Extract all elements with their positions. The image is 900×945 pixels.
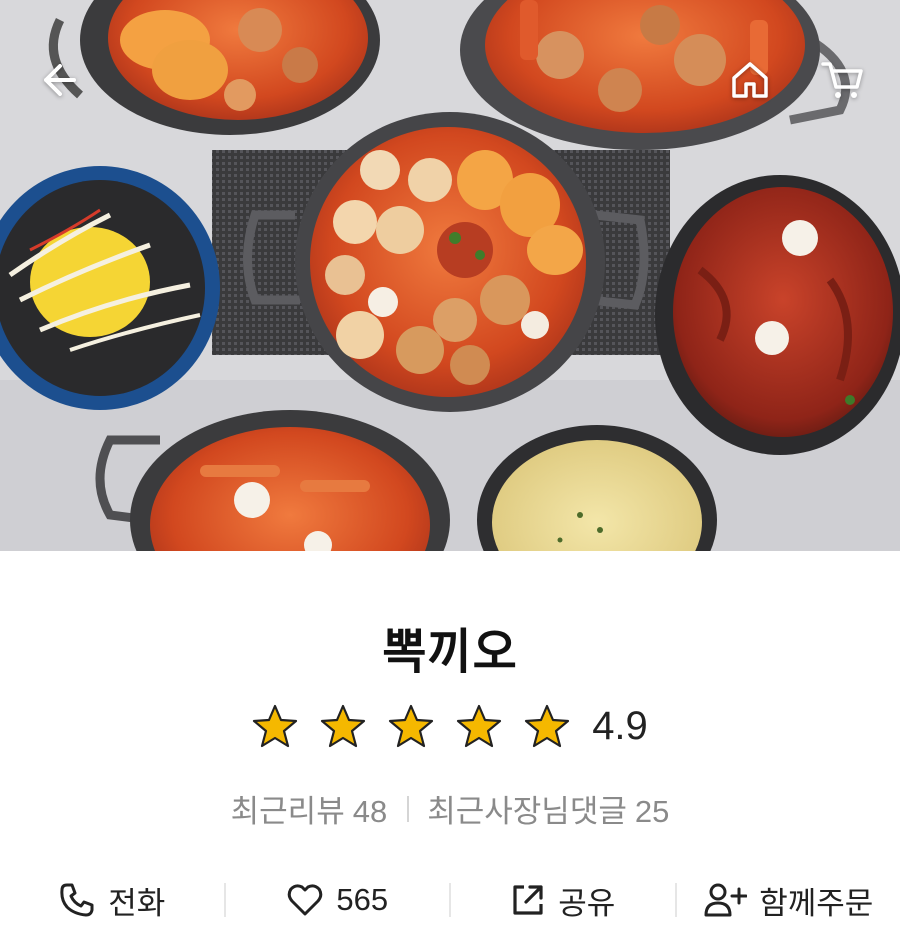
recent-reviews-link[interactable]: 최근리뷰 48 — [231, 786, 388, 831]
like-count: 565 — [336, 882, 389, 917]
call-label: 전화 — [108, 885, 166, 921]
call-button[interactable]: 전화 — [0, 878, 224, 923]
star-icon — [253, 704, 298, 748]
share-label: 공유 — [558, 885, 616, 921]
home-button[interactable] — [722, 52, 778, 108]
rating-row: 4.9 — [0, 703, 900, 749]
star-icon — [321, 704, 366, 748]
share-icon — [513, 885, 543, 915]
arrow-left-icon — [44, 64, 76, 96]
rating-stars — [252, 703, 570, 749]
heart-icon — [288, 884, 323, 916]
recent-reviews-label: 최근리뷰 — [230, 794, 345, 829]
owner-replies-label: 최근사장님댓글 — [427, 794, 627, 829]
owner-replies-link[interactable]: 최근사장님댓글 25 — [427, 786, 669, 831]
group-order-label: 함께주문 — [759, 885, 874, 921]
store-name: 뽁끼오 — [382, 624, 518, 680]
star-icon — [525, 704, 570, 748]
group-order-button[interactable]: 함께주문 — [677, 878, 900, 923]
share-button[interactable]: 공유 — [451, 878, 675, 923]
phone-icon — [60, 883, 94, 917]
owner-replies-count: 25 — [634, 794, 670, 829]
review-summary: 최근리뷰 48 최근사장님댓글 25 — [0, 786, 900, 831]
home-icon — [732, 62, 768, 98]
star-icon — [389, 704, 434, 748]
rating-value: 4.9 — [592, 703, 648, 748]
divider — [407, 795, 410, 822]
store-hero-image — [0, 0, 900, 551]
back-button[interactable] — [30, 52, 86, 108]
star-icon — [457, 704, 502, 748]
add-person-icon — [704, 883, 748, 917]
recent-reviews-count: 48 — [352, 794, 388, 829]
cart-icon — [821, 62, 863, 98]
like-button[interactable]: 565 — [226, 881, 450, 919]
store-action-bar: 전화 565 공유 함께주문 — [0, 870, 900, 930]
cart-button[interactable] — [814, 52, 870, 108]
